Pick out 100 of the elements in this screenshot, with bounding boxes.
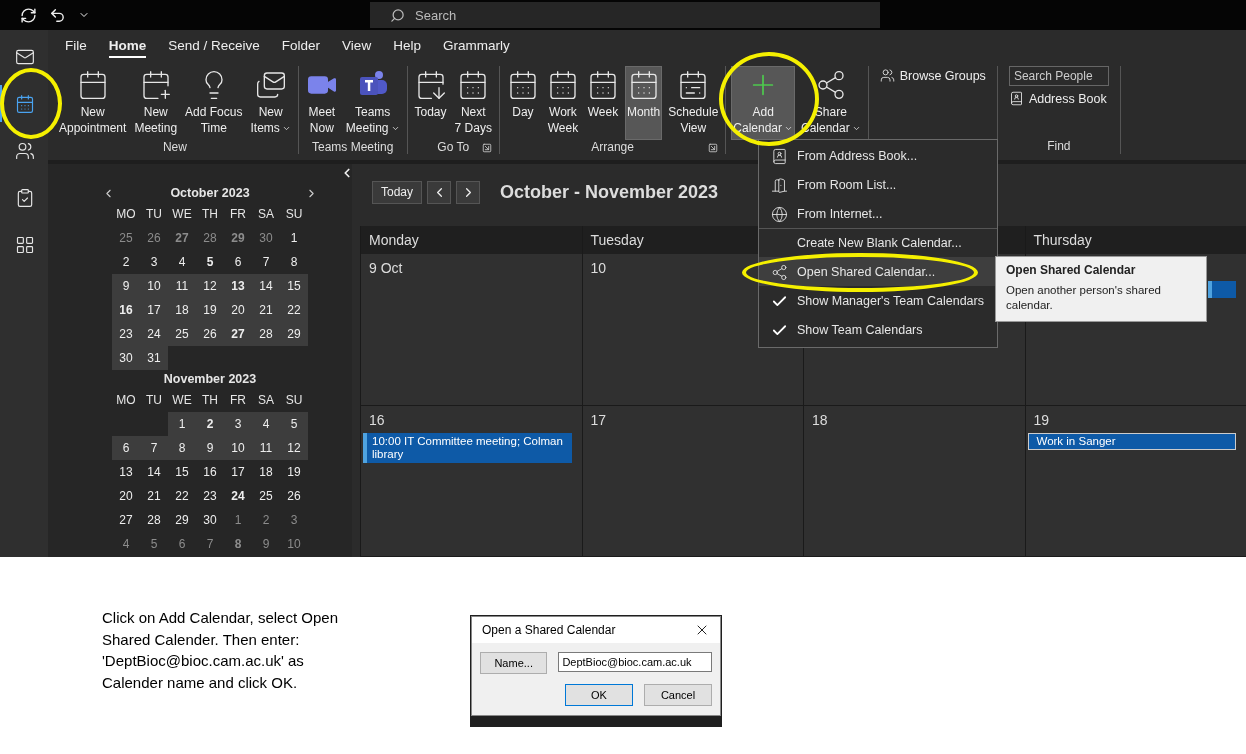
calendar-day[interactable]: 23 [196,484,224,508]
calendar-event[interactable]: 10:00 IT Committee meeting; Colman library [363,432,572,463]
calendar-day[interactable]: 1 [280,226,308,250]
calendar-day[interactable]: 4 [168,250,196,274]
calendar-day[interactable]: 2 [112,250,140,274]
menu-item[interactable]: From Address Book... [759,141,997,170]
calendar-day[interactable]: 6 [112,436,140,460]
calendar-day[interactable]: 24 [224,484,252,508]
ribbon-button[interactable]: New Appointment [57,66,129,140]
calendar-day[interactable]: 14 [252,274,280,298]
calendar-day[interactable]: 5 [140,532,168,556]
calendar-day[interactable]: 18 [168,298,196,322]
calendar-day[interactable]: 4 [112,532,140,556]
calendar-day[interactable]: 7 [196,532,224,556]
calendar-day[interactable]: 19 [196,298,224,322]
calendar-day[interactable]: 9 [252,532,280,556]
calendar-day[interactable]: 28 [140,508,168,532]
calendar-day[interactable]: 29 [168,508,196,532]
ribbon-button[interactable]: Next 7 Days [452,66,494,140]
ok-button[interactable]: OK [565,684,633,706]
menu-item[interactable]: Show Team Calendars [759,315,997,344]
calendar-day[interactable]: 28 [252,322,280,346]
calendar-day[interactable]: 3 [224,412,252,436]
ribbon-button[interactable]: Add Calendar [731,66,795,140]
search-field[interactable]: Search [370,2,880,28]
calendar-day[interactable]: 8 [168,436,196,460]
ribbon-tab[interactable]: Home [108,34,147,58]
calendar-day[interactable]: 13 [112,460,140,484]
ribbon-tab[interactable]: Send / Receive [168,34,260,58]
calendar-day[interactable]: 26 [140,226,168,250]
previous-button[interactable] [427,180,452,204]
calendar-day[interactable]: 28 [196,226,224,250]
calendar-day[interactable]: 10 [224,436,252,460]
today-button[interactable]: Today [372,180,423,204]
calendar-day[interactable]: 2 [196,412,224,436]
calendar-day[interactable]: 3 [280,508,308,532]
name-button[interactable]: Name... [480,652,548,674]
calendar-day[interactable]: 25 [252,484,280,508]
calendar-day[interactable]: 26 [196,322,224,346]
calendar-day[interactable]: 7 [140,436,168,460]
calendar-day[interactable]: 30 [196,508,224,532]
ribbon-button[interactable]: Meet Now [303,66,340,140]
calendar-day[interactable]: 19 [280,460,308,484]
ribbon-button[interactable]: Schedule View [666,66,721,140]
calendar-day[interactable]: 11 [252,436,280,460]
calendar-day[interactable]: 25 [112,226,140,250]
ribbon-button[interactable]: New Items [248,66,293,140]
ribbon-button[interactable]: Today [412,66,449,140]
calendar-day[interactable]: 9 [196,436,224,460]
undo-icon[interactable] [49,6,66,24]
calendar-day[interactable]: 27 [224,322,252,346]
calendar-day[interactable]: 21 [252,298,280,322]
calendar-day[interactable]: 27 [168,226,196,250]
ribbon-button[interactable]: Month [624,66,663,140]
calendar-day[interactable]: 15 [168,460,196,484]
calendar-day[interactable]: 16 [112,298,140,322]
dialog-launcher-icon[interactable] [481,143,492,153]
calendar-day[interactable]: 5 [196,250,224,274]
ribbon-tab[interactable]: Help [393,34,421,58]
calendar-day[interactable]: 22 [280,298,308,322]
calendar-day[interactable]: 14 [140,460,168,484]
ribbon-button[interactable]: New Meeting [132,66,180,140]
calendar-day[interactable]: 30 [112,346,140,370]
ribbon-tab[interactable]: Grammarly [442,34,510,58]
calendar-day[interactable]: 12 [196,274,224,298]
calendar-day[interactable]: 25 [168,322,196,346]
calendar-day[interactable]: 3 [140,250,168,274]
ribbon-button[interactable]: Week [584,66,621,140]
calendar-day[interactable]: 18 [252,460,280,484]
calendar-day[interactable]: 8 [224,532,252,556]
ribbon-button[interactable]: Work Week [544,66,581,140]
calendar-day[interactable]: 29 [224,226,252,250]
calendar-day[interactable]: 4 [252,412,280,436]
menu-item[interactable]: From Room List... [759,170,997,199]
calendar-day[interactable]: 20 [224,298,252,322]
calendar-day[interactable]: 5 [280,412,308,436]
calendar-day[interactable]: 13 [224,274,252,298]
menu-item[interactable]: From Internet... [759,199,997,228]
calendar-day[interactable]: 22 [168,484,196,508]
calendar-day[interactable]: 10 [140,274,168,298]
calendar-event[interactable]: Work in Sanger [1027,432,1236,450]
search-people-field[interactable]: Search People [1008,66,1109,86]
calendar-day[interactable]: 27 [112,508,140,532]
ribbon-button[interactable]: Add Focus Time [183,66,245,140]
calendar-day[interactable]: 26 [280,484,308,508]
cancel-button[interactable]: Cancel [644,684,712,706]
calendar-day[interactable]: 30 [252,226,280,250]
calendar-day[interactable]: 11 [168,274,196,298]
calendar-event[interactable] [1208,281,1236,298]
calendar-day[interactable]: 10 [280,532,308,556]
menu-item[interactable]: Open Shared Calendar... [759,257,997,286]
ribbon-button[interactable]: Day [504,66,541,140]
calendar-day[interactable]: 15 [280,274,308,298]
calendar-day[interactable]: 16 [196,460,224,484]
calendar-day[interactable]: 6 [168,532,196,556]
calendar-day[interactable]: 12 [280,436,308,460]
calendar-day[interactable]: 8 [280,250,308,274]
calendar-day[interactable]: 7 [252,250,280,274]
calendar-day[interactable]: 9 [112,274,140,298]
calendar-day[interactable]: 31 [140,346,168,370]
